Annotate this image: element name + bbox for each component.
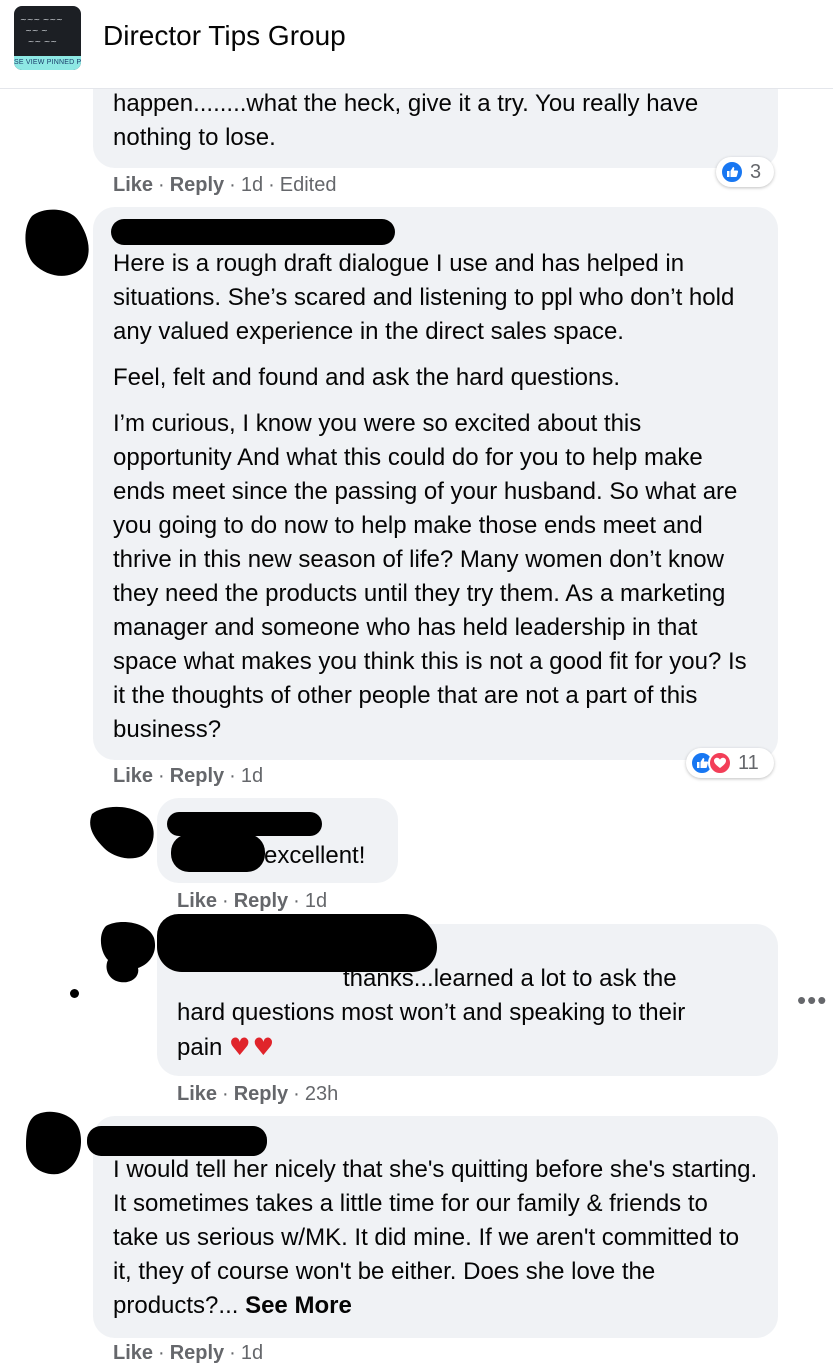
comment-meta: Like · Reply · 1d · Edited (113, 174, 337, 196)
reaction-count: 3 (750, 160, 762, 183)
comment-meta: Like · Reply · 1d (113, 765, 264, 787)
avatar[interactable] (86, 804, 158, 860)
group-avatar-art: ~~~ ~~~ ~~ ~ ~~ ~~ (20, 15, 63, 46)
comment-text: I would tell her nicely that she's quitt… (113, 1153, 758, 1323)
comment-meta: Like · Reply · 1d (177, 890, 328, 912)
reply-link[interactable]: Reply (234, 1083, 288, 1105)
avatar[interactable] (24, 1110, 84, 1176)
redacted-author-name (171, 834, 265, 872)
avatar[interactable] (98, 920, 158, 984)
heart-emoji: ♥♥ (229, 1033, 277, 1061)
redacted-author-name (157, 914, 437, 972)
reply-link[interactable]: Reply (170, 1342, 224, 1364)
like-link[interactable]: Like (113, 765, 153, 787)
comment-text: pain ♥♥ (177, 1030, 758, 1065)
reaction-summary[interactable]: 11 (686, 748, 774, 778)
comment-bubble: Here is a rough draft dialogue I use and… (93, 207, 778, 760)
like-link[interactable]: Like (177, 890, 217, 912)
comment-text: hard questions most won’t and speaking t… (177, 999, 686, 1026)
group-avatar-band: SE VIEW PINNED P (14, 56, 81, 70)
comment-bubble: thanks...learned a lot to ask the hard q… (157, 914, 778, 1076)
comment-text: happen........what the heck, give it a t… (113, 90, 699, 151)
thread-dot (70, 989, 79, 998)
timestamp[interactable]: 1d (305, 890, 327, 912)
comment-text: Here is a rough draft dialogue I use and… (113, 250, 735, 345)
group-header: ~~~ ~~~ ~~ ~ ~~ ~~ SE VIEW PINNED P Dire… (0, 0, 833, 89)
comment-bubble: I would tell her nicely that she's quitt… (87, 1116, 778, 1338)
timestamp[interactable]: 1d (241, 1342, 263, 1364)
redacted-author-name (167, 812, 322, 836)
comment-meta: Like · Reply · 23h (177, 1083, 339, 1105)
comment-text: Feel, felt and found and ask the hard qu… (113, 364, 621, 391)
comment-text: I’m curious, I know you were so excited … (113, 410, 747, 743)
reaction-summary[interactable]: 3 (716, 157, 774, 187)
redacted-author-name (87, 1126, 267, 1156)
redacted-author-name (111, 219, 395, 245)
group-title[interactable]: Director Tips Group (103, 20, 346, 52)
comment-text: excellent! (264, 842, 366, 869)
see-more-link[interactable]: See More (245, 1292, 352, 1319)
reply-link[interactable]: Reply (170, 174, 224, 196)
comment-bubble: excellent! (157, 798, 398, 883)
comment-text-line: pain (177, 1034, 223, 1061)
edited-label: Edited (279, 174, 337, 196)
timestamp[interactable]: 1d (241, 765, 263, 787)
avatar[interactable] (22, 208, 94, 278)
comment-body: I would tell her nicely that she's quitt… (113, 1156, 758, 1319)
reply-link[interactable]: Reply (170, 765, 224, 787)
love-icon (708, 751, 732, 775)
like-icon (720, 160, 744, 184)
reaction-count: 11 (738, 751, 759, 774)
timestamp[interactable]: 1d (241, 174, 263, 196)
group-avatar[interactable]: ~~~ ~~~ ~~ ~ ~~ ~~ SE VIEW PINNED P (14, 6, 81, 70)
timestamp[interactable]: 23h (305, 1083, 338, 1105)
like-link[interactable]: Like (113, 1342, 153, 1364)
more-options-icon[interactable]: ••• (797, 985, 827, 1016)
like-link[interactable]: Like (177, 1083, 217, 1105)
reply-link[interactable]: Reply (234, 890, 288, 912)
like-link[interactable]: Like (113, 174, 153, 196)
comment-meta: Like · Reply · 1d (113, 1342, 264, 1364)
